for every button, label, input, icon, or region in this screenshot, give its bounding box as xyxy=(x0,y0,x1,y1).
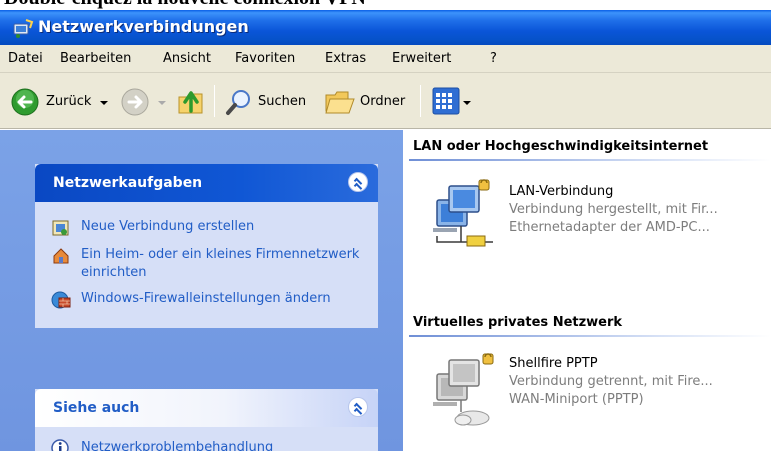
folders-icon[interactable] xyxy=(324,87,356,117)
task-label: Neue Verbindung erstellen xyxy=(81,219,255,234)
back-dropdown-icon[interactable] xyxy=(100,101,108,105)
connection-item-vpn[interactable]: Shellfire PPTP Verbindung getrennt, mit … xyxy=(423,350,771,430)
connection-name: Shellfire PPTP xyxy=(509,356,598,371)
menu-bearbeiten[interactable]: Bearbeiten xyxy=(60,51,131,66)
explorer-window: Netzwerkverbindungen Datei Bearbeiten An… xyxy=(0,10,771,451)
see-also-title: Siehe auch xyxy=(53,400,140,416)
caption-text: Double-cliquez la nouvelle connexion VPN xyxy=(4,0,366,8)
back-arrow-icon[interactable] xyxy=(10,87,40,117)
menu-datei[interactable]: Datei xyxy=(8,51,43,66)
new-connection-icon xyxy=(52,220,69,236)
network-tasks-title: Netzwerkaufgaben xyxy=(53,175,203,191)
title-bar[interactable]: Netzwerkverbindungen xyxy=(0,10,771,45)
info-icon xyxy=(51,439,69,451)
task-label: Ein Heim- oder ein kleines Firmennetzwer… xyxy=(81,247,360,280)
menu-favoriten[interactable]: Favoriten xyxy=(235,51,295,66)
toolbar-separator xyxy=(214,85,215,117)
menu-bar: Datei Bearbeiten Ansicht Favoriten Extra… xyxy=(0,45,771,73)
see-also-panel: Siehe auch Netzwerkproblembehandlung xyxy=(35,389,378,451)
collapse-chevron-icon[interactable] xyxy=(348,397,368,417)
menu-extras[interactable]: Extras xyxy=(325,51,366,66)
caption-strip: Double-cliquez la nouvelle connexion VPN xyxy=(0,0,771,10)
see-also-item-troubleshooting[interactable]: Netzwerkproblembehandlung xyxy=(51,439,371,451)
task-item-new-connection[interactable]: Neue Verbindung erstellen xyxy=(51,218,371,238)
task-item-home-network[interactable]: Ein Heim- oder ein kleines Firmennetzwer… xyxy=(51,246,371,284)
group-divider xyxy=(409,159,771,161)
see-also-header[interactable]: Siehe auch xyxy=(35,389,378,427)
home-network-icon xyxy=(53,248,69,264)
connections-list: LAN oder Hochgeschwindigkeitsinternet LA… xyxy=(403,130,771,451)
views-dropdown-icon[interactable] xyxy=(463,101,471,105)
menu-help[interactable]: ? xyxy=(490,51,497,66)
forward-arrow-icon[interactable] xyxy=(120,87,150,117)
back-label[interactable]: Zurück xyxy=(46,94,91,109)
folders-label[interactable]: Ordner xyxy=(360,94,405,109)
see-also-label: Netzwerkproblembehandlung xyxy=(81,440,274,451)
window-title: Netzwerkverbindungen xyxy=(38,17,249,36)
toolbar-separator xyxy=(420,85,421,117)
network-tasks-header[interactable]: Netzwerkaufgaben xyxy=(35,164,378,202)
forward-dropdown-icon[interactable] xyxy=(158,101,166,105)
collapse-chevron-icon[interactable] xyxy=(348,172,368,192)
task-item-firewall[interactable]: Windows-Firewalleinstellungen ändern xyxy=(51,290,371,328)
group-header-lan: LAN oder Hochgeschwindigkeitsinternet xyxy=(413,139,709,154)
network-tasks-panel: Netzwerkaufgaben Neue Verbindung erstell… xyxy=(35,164,378,328)
network-connections-icon xyxy=(13,19,34,38)
search-label[interactable]: Suchen xyxy=(258,94,306,109)
connection-name: LAN-Verbindung xyxy=(509,184,614,199)
menu-erweitert[interactable]: Erweitert xyxy=(392,51,451,66)
vpn-connection-icon xyxy=(433,353,494,426)
toolbar: Zurück Suchen Ordner xyxy=(0,73,771,129)
connection-device: Ethernetadapter der AMD-PC... xyxy=(509,220,710,235)
group-divider xyxy=(409,335,771,337)
task-label: Windows-Firewalleinstellungen ändern xyxy=(81,291,331,306)
group-header-vpn: Virtuelles privates Netzwerk xyxy=(413,315,623,330)
search-icon[interactable] xyxy=(224,87,254,117)
firewall-icon xyxy=(51,291,71,309)
connection-status: Verbindung getrennt, mit Fire... xyxy=(509,374,713,389)
views-icon[interactable] xyxy=(432,87,460,115)
connection-item-lan[interactable]: LAN-Verbindung Verbindung hergestellt, m… xyxy=(423,178,771,258)
lan-connection-icon xyxy=(433,179,493,247)
menu-ansicht[interactable]: Ansicht xyxy=(163,51,211,66)
connection-device: WAN-Miniport (PPTP) xyxy=(509,392,644,407)
task-pane: Netzwerkaufgaben Neue Verbindung erstell… xyxy=(0,130,403,451)
folder-up-icon[interactable] xyxy=(176,85,206,117)
connection-status: Verbindung hergestellt, mit Fir... xyxy=(509,202,718,217)
